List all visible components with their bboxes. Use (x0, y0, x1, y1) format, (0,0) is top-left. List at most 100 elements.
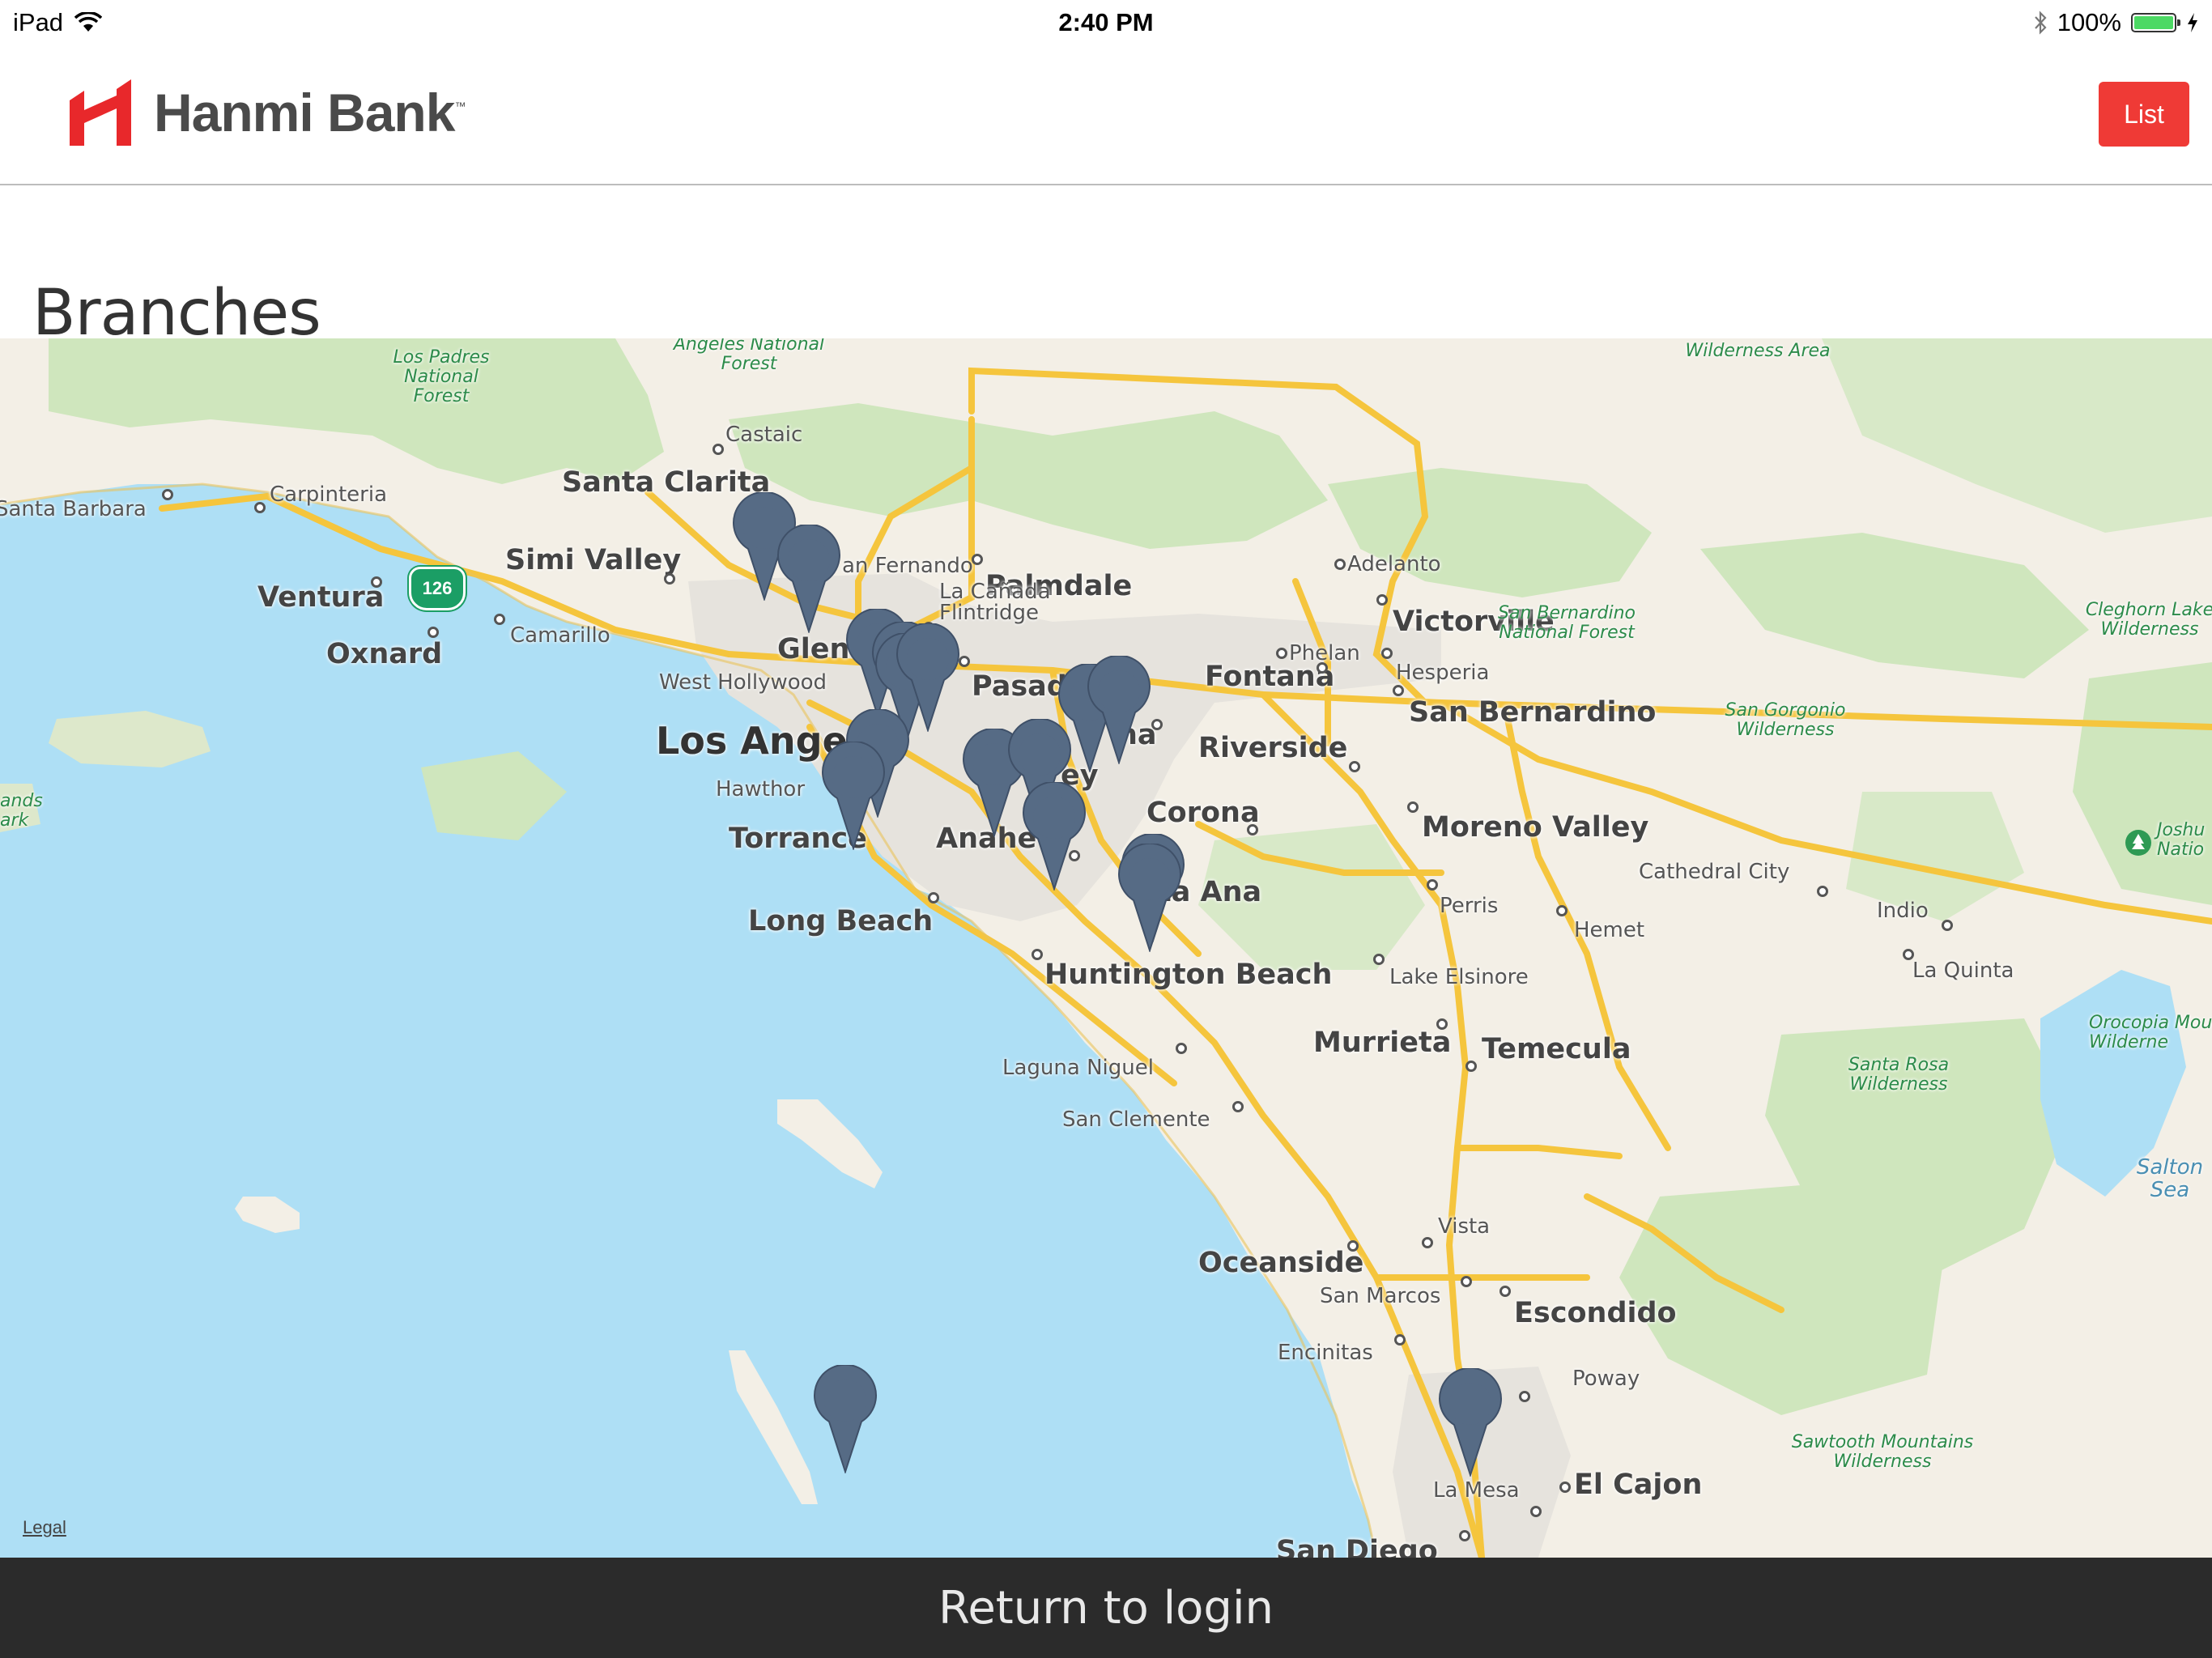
park-joshua-tree: Joshu Natio (2157, 820, 2206, 860)
list-button[interactable]: List (2099, 82, 2189, 147)
branch-map[interactable]: 126 Palmdale Adelanto Victorville Phelan… (0, 338, 2212, 1558)
place-fontana: Fontana (1205, 661, 1335, 693)
city-dot (1499, 1286, 1511, 1297)
place-santa-barbara: Santa Barbara (0, 497, 147, 521)
branch-pin[interactable] (1083, 656, 1155, 764)
city-dot (494, 614, 505, 625)
park-los-padres: Los Padres National Forest (393, 347, 490, 406)
park-cleghorn: Cleghorn Lake Wilderness (2085, 600, 2212, 640)
place-lake-elsinore: Lake Elsinore (1389, 965, 1529, 989)
tree-icon (2125, 830, 2151, 856)
city-dot (1407, 801, 1419, 813)
place-hesperia: Hesperia (1396, 661, 1490, 685)
bluetooth-icon (2034, 11, 2047, 35)
place-poway: Poway (1572, 1367, 1640, 1391)
city-dot (1317, 662, 1328, 674)
branch-pin[interactable] (810, 1365, 881, 1473)
place-glendale: Glen (777, 633, 850, 665)
city-dot (1556, 905, 1568, 916)
place-perris: Perris (1440, 894, 1499, 918)
place-san-bernardino: San Bernardino (1409, 696, 1657, 729)
place-la-quinta: La Quinta (1912, 959, 2014, 983)
city-dot (1376, 594, 1388, 606)
battery-icon (2131, 13, 2180, 32)
place-murrieta: Murrieta (1313, 1027, 1452, 1059)
city-dot (1559, 1482, 1571, 1493)
place-oxnard: Oxnard (326, 638, 443, 670)
city-dot (254, 502, 266, 513)
place-san-clemente: San Clemente (1062, 1107, 1210, 1132)
city-dot (1381, 648, 1393, 659)
place-hemet: Hemet (1574, 918, 1645, 942)
city-dot (428, 627, 439, 638)
place-ventura: Ventura (257, 581, 385, 614)
city-dot (1176, 1043, 1187, 1054)
city-dot (1461, 1276, 1472, 1287)
city-dot (1232, 1101, 1244, 1112)
city-dot (1530, 1506, 1542, 1517)
city-dot (1276, 648, 1287, 659)
place-cathedral-city: Cathedral City (1639, 860, 1790, 884)
city-dot (1465, 1061, 1477, 1072)
place-flintridge: Flintridge (939, 601, 1039, 625)
city-dot (1422, 1237, 1433, 1248)
place-castaic: Castaic (725, 423, 803, 447)
status-bar: iPad 2:40 PM 100% (0, 0, 2212, 44)
place-long-beach: Long Beach (748, 905, 934, 937)
city-dot (1393, 685, 1404, 696)
city-dot (928, 892, 939, 903)
city-dot (1817, 886, 1828, 897)
city-dot (1942, 920, 1953, 931)
branch-pin[interactable] (773, 525, 844, 633)
place-san-fernando: an Fernando (842, 554, 973, 578)
place-indio: Indio (1877, 899, 1929, 923)
place-el-cajon: El Cajon (1574, 1469, 1703, 1501)
hanmi-logo-mark (70, 79, 131, 146)
place-oceanside: Oceanside (1198, 1247, 1364, 1279)
park-islands: ands ark (0, 791, 43, 831)
place-west-hollywood: West Hollywood (659, 670, 827, 695)
park-santa-rosa: Santa Rosa Wilderness (1848, 1055, 1950, 1095)
place-temecula: Temecula (1482, 1033, 1631, 1065)
branch-pin[interactable] (1019, 782, 1090, 891)
place-escondido: Escondido (1514, 1297, 1677, 1329)
city-dot (1519, 1391, 1530, 1402)
status-right: 100% (2033, 8, 2199, 37)
charging-icon (2188, 13, 2197, 32)
city-dot (1334, 559, 1346, 570)
return-to-login-label: Return to login (938, 1581, 1274, 1635)
city-dot (371, 576, 382, 588)
place-san-marcos: San Marcos (1320, 1284, 1441, 1308)
city-dot (1427, 879, 1438, 891)
map-legal-link[interactable]: Legal (23, 1517, 66, 1538)
hanmi-logo: Hanmi Bank™ (66, 76, 466, 149)
branch-pin[interactable] (1114, 844, 1185, 952)
place-huntington-beach: Huntington Beach (1044, 959, 1333, 991)
city-dot (713, 444, 724, 455)
place-hawthorne: Hawthor (716, 777, 806, 801)
city-dot (1436, 1018, 1448, 1030)
park-wilderness-area: Wilderness Area (1685, 341, 1831, 361)
app-header: Hanmi Bank™ List (0, 44, 2212, 185)
highway-126-shield: 126 (409, 567, 466, 610)
city-dot (1349, 761, 1360, 772)
place-carpinteria: Carpinteria (270, 483, 388, 507)
battery-percent: 100% (2057, 8, 2121, 36)
water-salton-sea: Salton Sea (2136, 1155, 2204, 1202)
place-corona: Corona (1146, 797, 1260, 829)
park-angeles: Angeles National Forest (673, 338, 825, 374)
park-orocopia: Orocopia Mou Wilderne (2089, 1013, 2212, 1052)
branch-pin[interactable] (818, 742, 889, 850)
status-time: 2:40 PM (1058, 8, 1154, 36)
return-to-login-bar[interactable]: Return to login (0, 1558, 2212, 1658)
place-la-mesa: La Mesa (1433, 1478, 1520, 1503)
city-dot (1373, 954, 1385, 965)
city-dot (1903, 949, 1914, 960)
place-simi-valley: Simi Valley (505, 544, 682, 576)
branch-pin[interactable] (1435, 1368, 1506, 1477)
park-sawtooth: Sawtooth Mountains Wilderness (1791, 1432, 1974, 1472)
place-san-diego: San Diego (1276, 1535, 1438, 1558)
city-dot (162, 489, 173, 500)
place-pasadena: Pasad (972, 670, 1067, 703)
city-dot (1347, 1240, 1359, 1252)
